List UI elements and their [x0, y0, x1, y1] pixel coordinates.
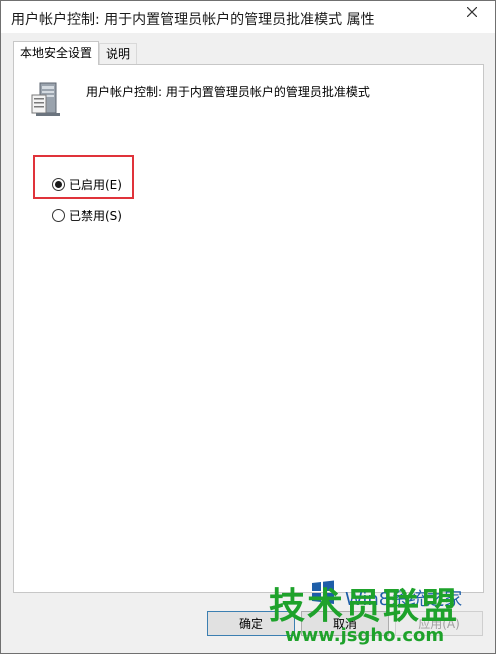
window-title: 用户帐户控制: 用于内置管理员帐户的管理员批准模式 属性 [11, 12, 375, 28]
disabled-option[interactable]: 已禁用(S) [52, 207, 122, 224]
enabled-option[interactable]: 已启用(E) [52, 176, 122, 193]
tab-strip: 本地安全设置 说明 [13, 41, 138, 65]
close-icon [467, 7, 477, 17]
close-button[interactable] [449, 1, 495, 23]
enabled-radio[interactable] [52, 178, 65, 191]
tab-explain[interactable]: 说明 [99, 43, 138, 65]
enabled-label: 已启用(E) [69, 178, 122, 192]
properties-dialog: 用户帐户控制: 用于内置管理员帐户的管理员批准模式 属性 本地安全设置 说明 用… [0, 0, 496, 654]
server-policy-icon [31, 82, 60, 116]
tab-local-security-setting[interactable]: 本地安全设置 [13, 41, 100, 65]
ok-button[interactable]: 确定 [207, 611, 295, 636]
cancel-button[interactable]: 取消 [301, 611, 389, 636]
policy-name: 用户帐户控制: 用于内置管理员帐户的管理员批准模式 [86, 85, 370, 99]
tab-panel: 用户帐户控制: 用于内置管理员帐户的管理员批准模式 已启用(E) 已禁用(S) [13, 64, 484, 593]
disabled-label: 已禁用(S) [69, 209, 122, 223]
apply-button[interactable]: 应用(A) [395, 611, 483, 636]
disabled-radio[interactable] [52, 209, 65, 222]
title-bar[interactable]: 用户帐户控制: 用于内置管理员帐户的管理员批准模式 属性 [1, 1, 495, 33]
